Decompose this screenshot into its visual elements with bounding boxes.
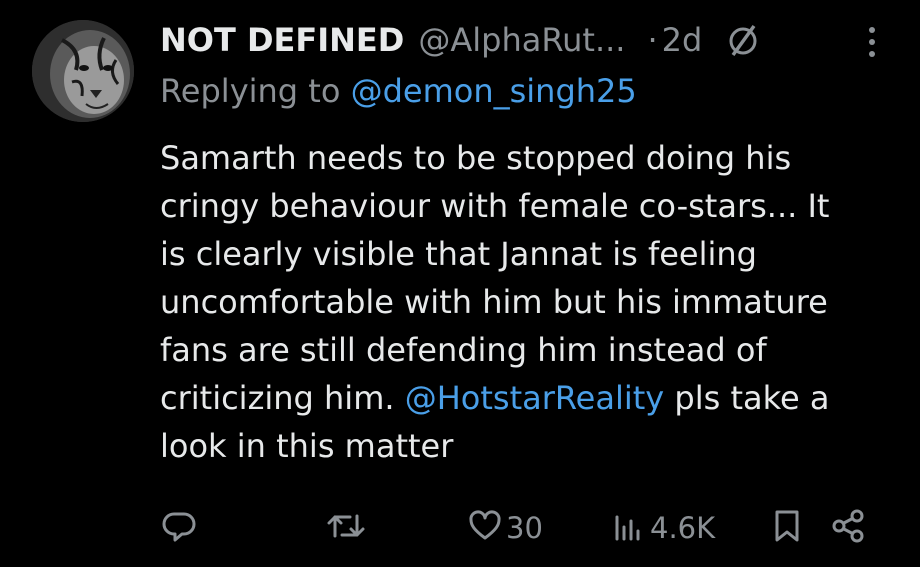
display-name[interactable]: NOT DEFINED	[160, 21, 404, 59]
tweet-text-line: Samarth needs to be stopped doing his	[160, 139, 792, 177]
avatar[interactable]	[32, 20, 134, 122]
action-bar: 30 4.6K	[160, 506, 880, 550]
bookmark-icon	[772, 508, 802, 548]
tweet-text-line: look in this matter	[160, 427, 454, 465]
replying-to-label: Replying to	[160, 72, 351, 110]
retweet-icon	[326, 508, 366, 548]
tweet-text-segment: criticizing him.	[160, 379, 405, 417]
bookmark-button[interactable]	[772, 506, 802, 550]
tweet-text-line: fans are still defending him instead of	[160, 331, 767, 369]
share-icon	[830, 508, 866, 548]
share-button[interactable]	[830, 506, 866, 550]
hotstar-mention[interactable]: @HotstarReality	[405, 379, 665, 417]
tweet-text-segment: pls take a	[664, 379, 830, 417]
user-handle[interactable]: @AlphaRut...	[418, 21, 625, 59]
heart-icon	[468, 509, 502, 547]
separator-dot: ·	[647, 21, 658, 59]
tweet-header: NOT DEFINED @AlphaRut... · 2d	[160, 14, 880, 66]
timestamp[interactable]: 2d	[662, 21, 703, 59]
views-button[interactable]: 4.6K	[612, 506, 715, 550]
tweet-text-line: criticizing him. @HotstarReality pls tak…	[160, 374, 900, 422]
tweet-text-line: cringy behaviour with female co-stars...…	[160, 187, 830, 225]
view-count: 4.6K	[650, 511, 716, 545]
tiger-avatar-image	[32, 20, 134, 122]
replying-to-mention[interactable]: @demon_singh25	[351, 72, 637, 110]
tweet-body: Samarth needs to be stopped doing his cr…	[160, 134, 900, 470]
tweet-text-line: is clearly visible that Jannat is feelin…	[160, 235, 757, 273]
like-count: 30	[506, 511, 543, 545]
grok-icon[interactable]	[724, 20, 764, 60]
like-button[interactable]: 30	[468, 506, 543, 550]
reply-button[interactable]	[162, 506, 198, 550]
more-options-icon[interactable]	[864, 24, 880, 60]
views-icon	[612, 509, 646, 547]
reply-icon	[162, 508, 198, 548]
replying-to: Replying to @demon_singh25	[160, 72, 637, 110]
retweet-button[interactable]	[326, 506, 366, 550]
tweet-text-line: uncomfortable with him but his immature	[160, 283, 828, 321]
